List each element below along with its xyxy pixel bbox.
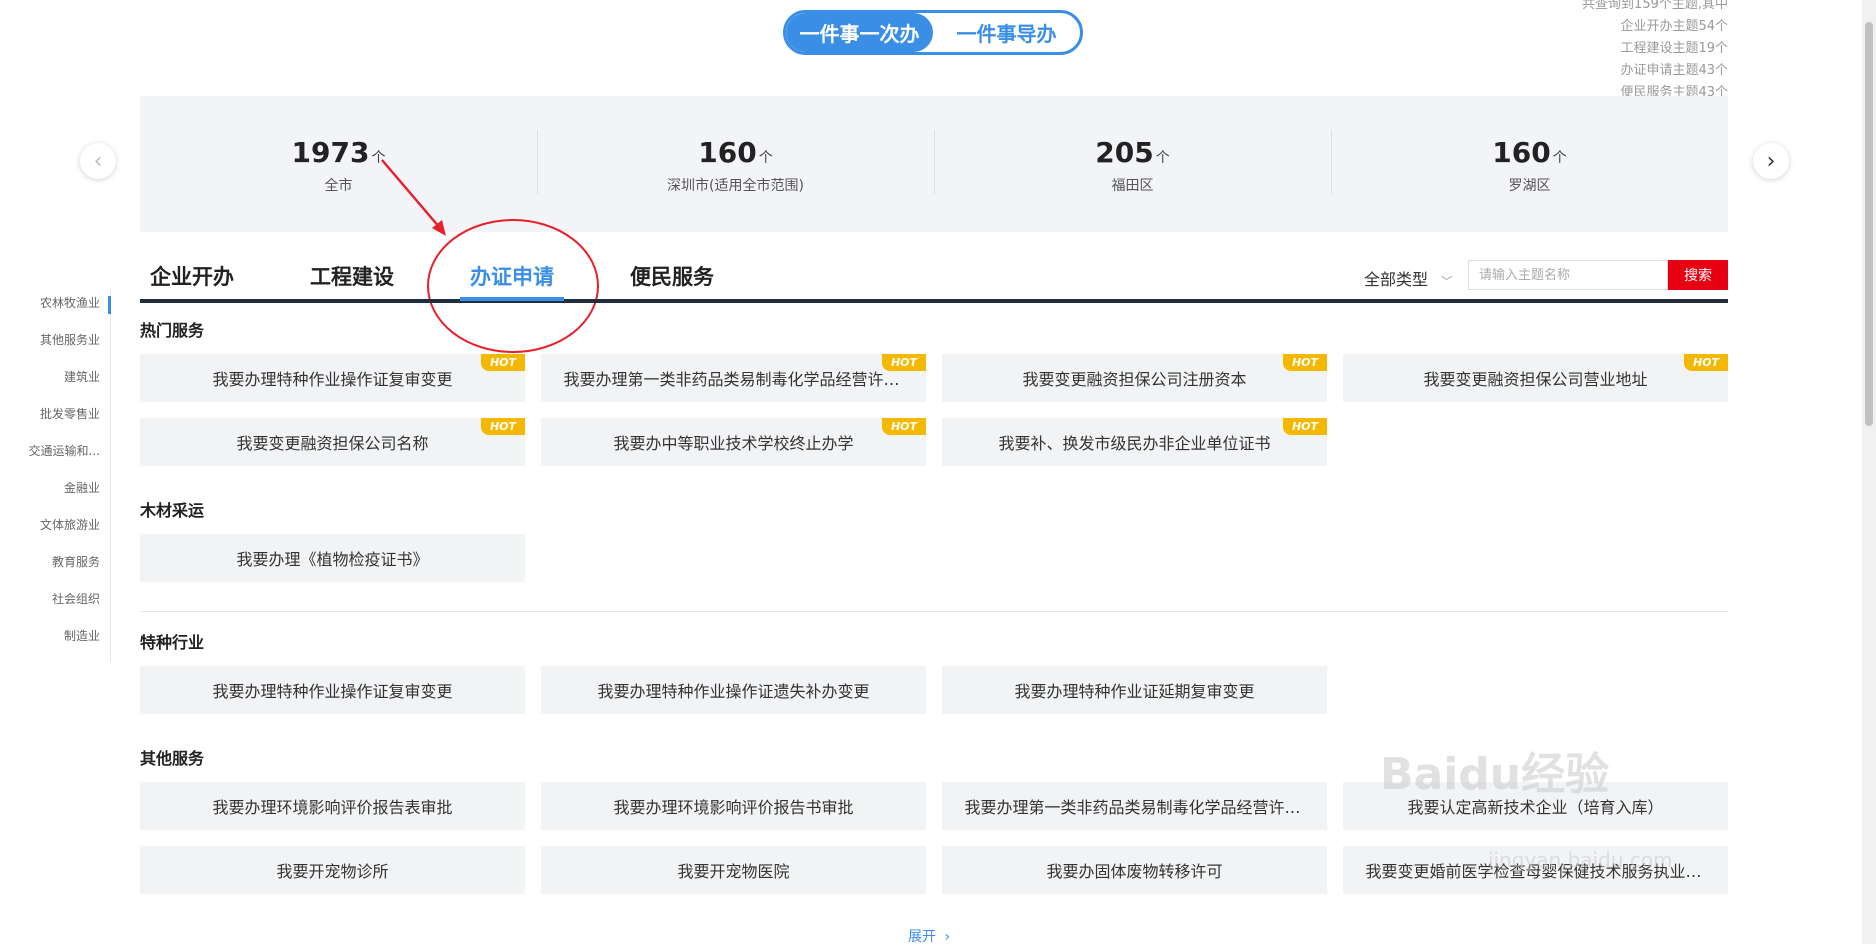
sidebar-item-construction[interactable]: 建筑业 <box>64 368 100 385</box>
service-card[interactable]: 我要办理环境影响评价报告书审批 <box>541 782 926 830</box>
service-card[interactable]: 我要办理特种作业操作证复审变更 HOT <box>140 354 525 402</box>
service-card[interactable]: 我要补、换发市级民办非企业单位证书 HOT <box>942 418 1327 466</box>
service-card-label: 我要办理环境影响评价报告书审批 <box>613 798 854 817</box>
hot-badge: HOT <box>1282 354 1327 371</box>
service-card[interactable]: 我要办理第一类非药品类易制毒化学品经营许可证 HOT <box>541 354 926 402</box>
service-card[interactable]: 我要办理环境影响评价报告表审批 <box>140 782 525 830</box>
service-card-label: 我要办固体废物转移许可 <box>1046 862 1223 881</box>
service-card-label: 我要办理《植物检疫证书》 <box>236 550 429 569</box>
service-card-label: 我要补、换发市级民办非企业单位证书 <box>998 434 1271 453</box>
tab-certificate[interactable]: 办证申请 <box>460 261 564 301</box>
sidebar-item-finance[interactable]: 金融业 <box>64 479 100 496</box>
sidebar-item-education[interactable]: 教育服务 <box>52 553 100 570</box>
service-card-label: 我要变更融资担保公司名称 <box>236 434 429 453</box>
baidu-watermark-url: jingyan.baidu.com <box>1488 848 1673 872</box>
service-card-label: 我要办理特种作业操作证复审变更 <box>212 370 453 389</box>
hot-badge: HOT <box>1282 418 1327 435</box>
service-card[interactable]: 我要办固体废物转移许可 <box>942 846 1327 894</box>
section-divider <box>140 611 1728 612</box>
sidebar-item-retail[interactable]: 批发零售业 <box>40 405 100 422</box>
hot-badge: HOT <box>1683 354 1728 371</box>
expand-link[interactable]: 展开 › <box>908 926 950 946</box>
tab-engineering[interactable]: 工程建设 <box>310 261 394 291</box>
tab-enterprise[interactable]: 企业开办 <box>150 261 234 291</box>
service-card-label: 我要变更融资担保公司注册资本 <box>1022 370 1247 389</box>
section-title-timber: 木材采运 <box>140 501 205 520</box>
sidebar-item-social-org[interactable]: 社会组织 <box>52 590 100 607</box>
hot-badge: HOT <box>480 418 525 435</box>
service-card[interactable]: 我要开宠物诊所 <box>140 846 525 894</box>
service-card-label: 我要办中等职业技术学校终止办学 <box>613 434 854 453</box>
hot-badge: HOT <box>881 418 926 435</box>
sidebar-item-manufacturing[interactable]: 制造业 <box>64 627 100 644</box>
service-card-label: 我要变更融资担保公司营业地址 <box>1423 370 1648 389</box>
service-card[interactable]: 我要办中等职业技术学校终止办学 HOT <box>541 418 926 466</box>
sidebar-item-transport[interactable]: 交通运输和... <box>29 442 100 459</box>
expand-label: 展开 <box>908 929 936 945</box>
section-title-hot: 热门服务 <box>140 321 205 340</box>
service-card-label: 我要办理第一类非药品类易制毒化学品经营许可证 <box>563 370 904 389</box>
hot-badge: HOT <box>881 354 926 371</box>
service-card[interactable]: 我要变更融资担保公司名称 HOT <box>140 418 525 466</box>
section-title-other: 其他服务 <box>140 749 205 768</box>
service-card-label: 我要办理环境影响评价报告表审批 <box>212 798 453 817</box>
type-select-label: 全部类型 <box>1364 270 1429 289</box>
service-card-label: 我要办理特种作业操作证复审变更 <box>212 682 453 701</box>
service-card[interactable]: 我要办理特种作业证延期复审变更 <box>942 666 1327 714</box>
annotation-arrow-line <box>381 159 441 229</box>
service-card-label: 我要办理特种作业操作证遗失补办变更 <box>597 682 870 701</box>
baidu-watermark: Baidu经验 <box>1380 749 1610 800</box>
service-card[interactable]: 我要办理《植物检疫证书》 <box>140 534 525 582</box>
industry-sidebar: 农林牧渔业 其他服务业 建筑业 批发零售业 交通运输和... 金融业 文体旅游业… <box>0 290 111 662</box>
sidebar-active-marker <box>108 296 111 314</box>
search-input[interactable] <box>1468 260 1668 290</box>
sidebar-item-other-services[interactable]: 其他服务业 <box>40 331 100 348</box>
service-card-label: 我要办理第一类非药品类易制毒化学品经营许可证 <box>964 798 1305 817</box>
search-button[interactable]: 搜索 <box>1668 260 1728 290</box>
page-scrollbar[interactable] <box>1862 0 1876 944</box>
service-card[interactable]: 我要办理第一类非药品类易制毒化学品经营许可证 <box>942 782 1327 830</box>
chevron-down-icon: ﹀ <box>1441 275 1453 288</box>
service-card[interactable]: 我要办理特种作业操作证遗失补办变更 <box>541 666 926 714</box>
service-card-label: 我要开宠物医院 <box>677 862 790 881</box>
type-select[interactable]: 全部类型 ﹀ <box>1364 266 1452 290</box>
tab-convenience[interactable]: 便民服务 <box>630 261 714 291</box>
service-card-label: 我要办理特种作业证延期复审变更 <box>1014 682 1255 701</box>
chevron-right-icon: › <box>944 929 951 945</box>
service-card[interactable]: 我要变更融资担保公司注册资本 HOT <box>942 354 1327 402</box>
service-card[interactable]: 我要开宠物医院 <box>541 846 926 894</box>
sidebar-item-culture-tourism[interactable]: 文体旅游业 <box>40 516 100 533</box>
hot-badge: HOT <box>480 354 525 371</box>
service-card[interactable]: 我要变更融资担保公司营业地址 HOT <box>1343 354 1728 402</box>
scrollbar-thumb[interactable] <box>1865 22 1873 426</box>
section-title-special: 特种行业 <box>140 633 205 652</box>
service-card-label: 我要开宠物诊所 <box>276 862 389 881</box>
sidebar-item-agriculture[interactable]: 农林牧渔业 <box>40 294 100 311</box>
service-card[interactable]: 我要办理特种作业操作证复审变更 <box>140 666 525 714</box>
